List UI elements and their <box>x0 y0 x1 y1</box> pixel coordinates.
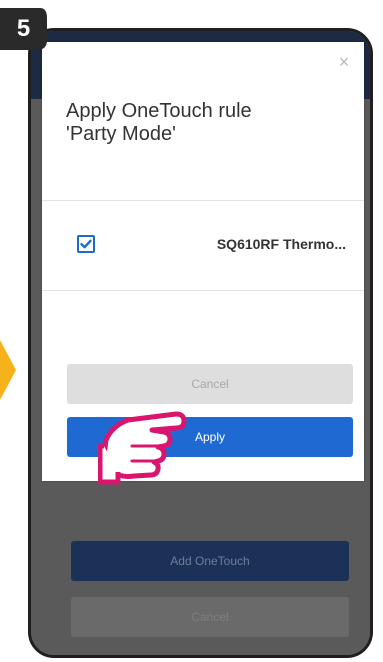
dialog-title: Apply OneTouch rule 'Party Mode' <box>66 100 252 145</box>
add-onetouch-button[interactable]: Add OneTouch <box>71 541 349 581</box>
close-icon[interactable]: × <box>334 52 354 72</box>
step-number: 5 <box>16 15 31 42</box>
pointing-hand-icon <box>98 411 187 485</box>
checkmark-icon <box>80 239 92 249</box>
divider <box>42 290 364 291</box>
step-number-badge: 5 <box>0 8 47 50</box>
device-name: SQ610RF Thermo... <box>216 236 346 252</box>
device-row[interactable]: SQ610RF Thermo... <box>42 201 364 290</box>
apply-rule-dialog: × Apply OneTouch rule 'Party Mode' SQ610… <box>42 42 364 481</box>
device-checkbox[interactable] <box>77 235 95 253</box>
cancel-button[interactable]: Cancel <box>67 364 353 404</box>
background-cancel-button[interactable]: Cancel <box>71 597 349 637</box>
arrow-icon <box>0 340 16 400</box>
